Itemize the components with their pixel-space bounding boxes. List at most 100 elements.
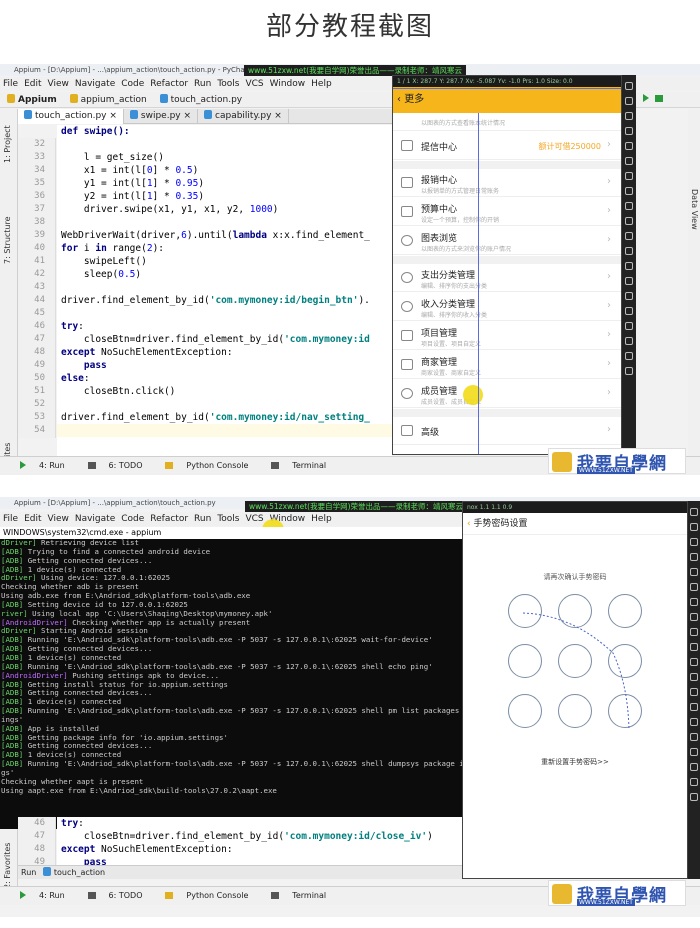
menu-item-income-categories[interactable]: 收入分类管理 编辑、排序你的收入分类 › (393, 293, 621, 321)
emulator-button[interactable] (625, 82, 633, 90)
menu-item-advanced[interactable]: 高级 › (393, 417, 621, 445)
emulator-button[interactable] (690, 613, 698, 621)
menu-vcs[interactable]: VCS (245, 79, 263, 89)
emulator-button[interactable] (625, 367, 633, 375)
emulator-button[interactable] (690, 553, 698, 561)
emulator-button[interactable] (690, 523, 698, 531)
emulator-button[interactable] (625, 352, 633, 360)
menu-refactor[interactable]: Refactor (150, 514, 188, 524)
menu-item-merchants[interactable]: 商家管理 商家设置、商家自定义 › (393, 351, 621, 379)
run-config-tab[interactable]: touch_action (54, 868, 105, 877)
tab-capability[interactable]: capability.py × (198, 109, 289, 124)
menu-run[interactable]: Run (194, 514, 211, 524)
emulator-button[interactable] (690, 568, 698, 576)
emulator-button[interactable] (690, 688, 698, 696)
gesture-area[interactable]: 请再次确认手势密码 重新设置手势密码>> (463, 535, 687, 875)
emulator-button[interactable] (625, 157, 633, 165)
emulator-button[interactable] (690, 583, 698, 591)
debug-icon[interactable] (654, 95, 663, 102)
favorites-tool-label[interactable]: 2: Favorites (3, 843, 12, 889)
menu-item-expense-categories[interactable]: 支出分类管理 编辑、排序你的支出分类 › (393, 264, 621, 292)
menu-item-budget[interactable]: 预算中心 设定一个预算，控制你的开销 › (393, 198, 621, 226)
cmd-window[interactable]: WINDOWS\system32\cmd.exe - appium dDrive… (0, 527, 462, 829)
menu-item-projects[interactable]: 项目管理 项目设置、项目自定义 › (393, 322, 621, 350)
breadcrumb-file[interactable]: touch_action.py (157, 92, 246, 108)
emulator-button[interactable] (625, 112, 633, 120)
emulator-button[interactable] (690, 673, 698, 681)
emulator-button[interactable] (625, 172, 633, 180)
emulator-button[interactable] (690, 778, 698, 786)
emulator-button[interactable] (625, 322, 633, 330)
terminal-tool-button[interactable]: Terminal (261, 887, 326, 905)
menu-vcs[interactable]: VCS (245, 514, 263, 524)
menu-code[interactable]: Code (121, 79, 144, 89)
emulator-button[interactable] (690, 718, 698, 726)
code-editor[interactable]: try: closeBtn=driver.find_element_by_id(… (57, 817, 462, 865)
menu-help[interactable]: Help (311, 514, 332, 524)
menu-refactor[interactable]: Refactor (150, 79, 188, 89)
todo-tool-button[interactable]: 6: TODO (78, 887, 143, 905)
back-arrow-icon[interactable]: ‹ (467, 519, 471, 529)
python-console-tool-button[interactable]: Python Console (155, 887, 248, 905)
tab-touch-action[interactable]: touch_action.py × (18, 109, 124, 124)
emulator-button[interactable] (625, 247, 633, 255)
breadcrumb-project[interactable]: Appium (4, 92, 60, 108)
project-tool-label[interactable]: 1: Project (3, 125, 12, 163)
emulator-button[interactable] (625, 277, 633, 285)
reset-gesture-link[interactable]: 重新设置手势密码>> (463, 757, 687, 767)
back-arrow-icon[interactable]: ‹ (397, 94, 401, 105)
run-icon[interactable] (643, 94, 649, 102)
terminal-tool-button[interactable]: Terminal (261, 457, 326, 475)
emulator-button[interactable] (690, 658, 698, 666)
structure-tool-label[interactable]: 7: Structure (3, 216, 12, 264)
code-editor[interactable]: def swipe(): l = get_size() x1 = int(l[0… (57, 125, 392, 456)
emulator-button[interactable] (690, 628, 698, 636)
emulator-button[interactable] (690, 538, 698, 546)
menu-item-credit[interactable]: 提信中心 额计可借250000 › (393, 132, 621, 160)
emulator-button[interactable] (690, 508, 698, 516)
menu-edit[interactable]: Edit (24, 79, 41, 89)
run-tool-button[interactable]: 4: Run (10, 887, 65, 905)
emulator-button[interactable] (625, 337, 633, 345)
menu-file[interactable]: File (3, 514, 18, 524)
emulator-button[interactable] (625, 127, 633, 135)
emulator-button[interactable] (690, 763, 698, 771)
emulator-button[interactable] (690, 643, 698, 651)
menu-item-charts[interactable]: 图表浏览 以图表的方式来浏览你的账户情况 › (393, 227, 621, 255)
emulator-button[interactable] (690, 598, 698, 606)
menu-run[interactable]: Run (194, 79, 211, 89)
menu-view[interactable]: View (48, 79, 69, 89)
emulator-button[interactable] (625, 142, 633, 150)
menu-code[interactable]: Code (121, 514, 144, 524)
menu-tools[interactable]: Tools (217, 514, 239, 524)
run-tool-button[interactable]: 4: Run (10, 457, 65, 475)
emulator-button[interactable] (625, 292, 633, 300)
emulator-button[interactable] (625, 232, 633, 240)
emulator-button[interactable] (690, 733, 698, 741)
menu-item-stats[interactable]: 以图表的方式查看账本统计情况 (393, 113, 621, 131)
menu-navigate[interactable]: Navigate (75, 79, 115, 89)
menu-help[interactable]: Help (311, 79, 332, 89)
menu-item-reimburse[interactable]: 报销中心 以报销单的方式管理日常账务 › (393, 169, 621, 197)
emulator-button[interactable] (625, 202, 633, 210)
todo-tool-button[interactable]: 6: TODO (78, 457, 143, 475)
menu-file[interactable]: File (3, 79, 18, 89)
emulator-button[interactable] (625, 187, 633, 195)
menu-window[interactable]: Window (270, 79, 306, 89)
emulator-button[interactable] (625, 262, 633, 270)
emulator-button[interactable] (690, 793, 698, 801)
tab-swipe[interactable]: swipe.py × (124, 109, 199, 124)
breadcrumb-folder[interactable]: appium_action (67, 92, 150, 108)
menu-navigate[interactable]: Navigate (75, 514, 115, 524)
data-view-tool-label[interactable]: Data View (690, 189, 699, 230)
emulator-button[interactable] (625, 97, 633, 105)
python-console-tool-button[interactable]: Python Console (155, 457, 248, 475)
emulator-button[interactable] (625, 217, 633, 225)
menu-tools[interactable]: Tools (217, 79, 239, 89)
emulator-button[interactable] (690, 748, 698, 756)
menu-item-members[interactable]: 成员管理 成员设置、成员自定义 › (393, 380, 621, 408)
menu-view[interactable]: View (48, 514, 69, 524)
emulator-button[interactable] (625, 307, 633, 315)
menu-edit[interactable]: Edit (24, 514, 41, 524)
emulator-button[interactable] (690, 703, 698, 711)
